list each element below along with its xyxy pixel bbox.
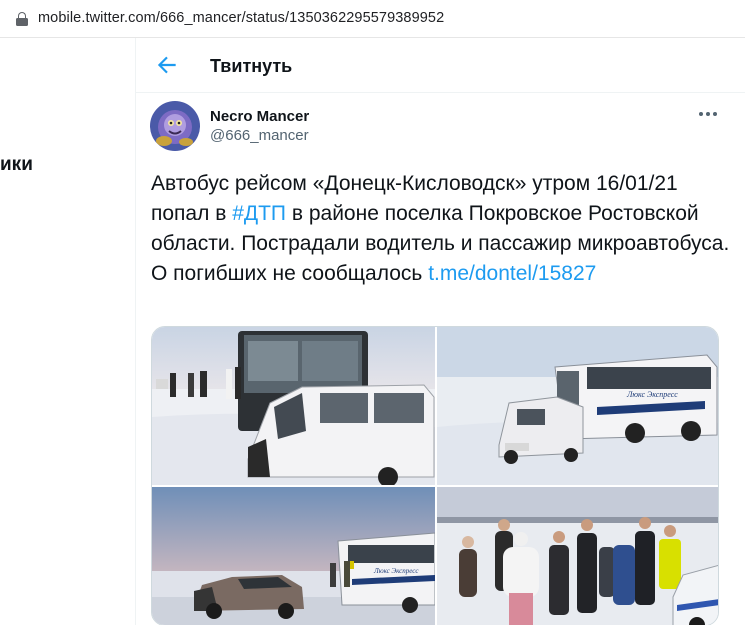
sidebar-item-label[interactable]: ики bbox=[0, 154, 33, 176]
hashtag-link[interactable]: #ДТП bbox=[232, 202, 286, 225]
photo-2[interactable]: Люкс Экспресс bbox=[437, 327, 718, 485]
url-text[interactable]: mobile.twitter.com/666_mancer/status/135… bbox=[38, 10, 444, 26]
avatar[interactable] bbox=[150, 101, 200, 151]
bus-lettering: Люкс Экспресс bbox=[373, 567, 419, 575]
address-bar[interactable]: mobile.twitter.com/666_mancer/status/135… bbox=[0, 0, 745, 38]
photo-4[interactable] bbox=[437, 487, 718, 625]
back-arrow-icon[interactable] bbox=[154, 52, 180, 78]
tweet-text: Автобус рейсом «Донецк-Кисловодск» утром… bbox=[151, 169, 731, 289]
media-grid: Люкс Экспресс Люкс Экспресс bbox=[151, 326, 719, 625]
bus-lettering: Люкс Экспресс bbox=[626, 390, 678, 399]
lock-icon[interactable] bbox=[16, 12, 28, 26]
author-handle[interactable]: @666_mancer bbox=[210, 127, 309, 144]
more-options-icon[interactable] bbox=[696, 106, 720, 122]
photo-3[interactable]: Люкс Экспресс bbox=[152, 487, 435, 625]
photo-1[interactable] bbox=[152, 327, 435, 485]
left-sidebar: ики bbox=[0, 38, 135, 625]
tweet-detail-column: Твитнуть Necro Mancer @666_mancer Автобу… bbox=[135, 38, 745, 625]
page-title: Твитнуть bbox=[210, 56, 293, 76]
page-header: Твитнуть bbox=[136, 38, 745, 93]
external-link[interactable]: t.me/dontel/15827 bbox=[428, 262, 596, 285]
author-name[interactable]: Necro Mancer bbox=[210, 108, 309, 125]
